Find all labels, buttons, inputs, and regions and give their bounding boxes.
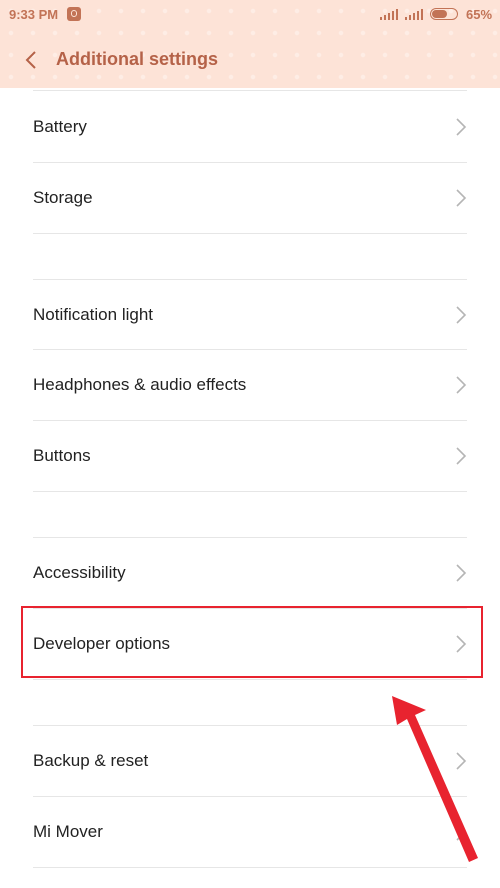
settings-item-accessibility[interactable]: Accessibility — [0, 538, 500, 608]
chevron-right-icon — [456, 376, 467, 394]
chevron-right-icon — [456, 447, 467, 465]
settings-item-notification-light[interactable]: Notification light — [0, 280, 500, 350]
divider — [33, 90, 467, 91]
settings-item-battery[interactable]: Battery — [0, 92, 500, 162]
chevron-right-icon — [456, 306, 467, 324]
chevron-left-icon[interactable] — [22, 50, 40, 70]
signal-icon — [380, 8, 398, 20]
chevron-right-icon — [456, 118, 467, 136]
settings-item-label: Battery — [33, 117, 87, 136]
highlight-box — [21, 606, 483, 678]
settings-item-label: Notification light — [33, 305, 154, 324]
app-header: 9:33 PM 65% Additional settings — [0, 0, 500, 88]
divider — [33, 491, 467, 492]
chevron-right-icon — [456, 189, 467, 207]
divider — [33, 233, 467, 234]
battery-level — [432, 10, 447, 18]
battery-icon — [430, 8, 458, 20]
chevron-right-icon — [456, 564, 467, 582]
settings-item-buttons[interactable]: Buttons — [0, 421, 500, 491]
status-bar: 9:33 PM 65% — [0, 0, 500, 30]
settings-item-storage[interactable]: Storage — [0, 163, 500, 233]
settings-item-label: Headphones & audio effects — [33, 375, 247, 394]
settings-item-label: Buttons — [33, 446, 91, 465]
signal-icon — [405, 8, 423, 20]
settings-item-label: Accessibility — [33, 563, 126, 582]
divider — [33, 679, 467, 680]
battery-percent: 65% — [466, 7, 493, 22]
settings-item-headphones-audio-effects[interactable]: Headphones & audio effects — [0, 350, 500, 420]
settings-item-label: Backup & reset — [33, 751, 149, 770]
status-time: 9:33 PM — [9, 7, 59, 22]
notification-icon — [67, 7, 81, 21]
annotation-arrow-icon — [392, 696, 478, 862]
page-title: Additional settings — [56, 49, 218, 69]
settings-item-label: Mi Mover — [33, 822, 103, 841]
settings-item-label: Storage — [33, 188, 93, 207]
